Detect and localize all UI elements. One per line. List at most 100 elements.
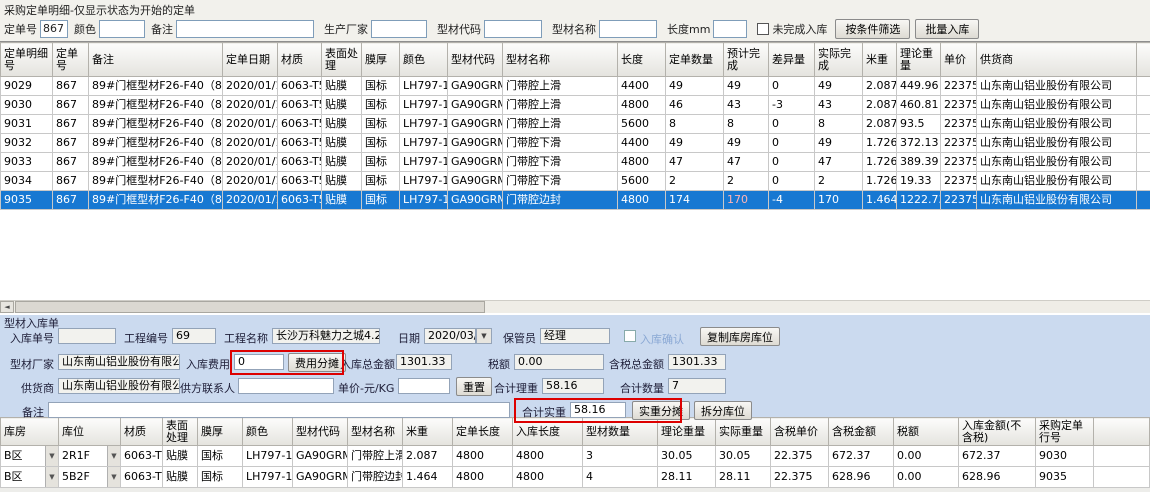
unit-price-input[interactable] [398, 378, 450, 394]
table-cell[interactable]: -3 [769, 96, 815, 115]
table-cell[interactable]: 89#门框型材F26-F40（866+867） [89, 153, 223, 172]
horizontal-scrollbar[interactable]: ◄ [0, 300, 1150, 313]
combo-dropdown-icon[interactable]: ▼ [107, 467, 120, 487]
table-cell[interactable]: 门带腔边封 [503, 191, 618, 210]
table-cell[interactable]: 867 [53, 96, 89, 115]
table-cell[interactable]: 贴膜 [322, 172, 362, 191]
table-cell[interactable]: 6063-T5 [278, 115, 322, 134]
combo-dropdown-icon[interactable]: ▼ [45, 467, 58, 487]
table-cell[interactable]: 4400 [618, 134, 666, 153]
table-cell[interactable]: 9033 [1, 153, 53, 172]
date-input[interactable]: 2020/03/31 [424, 328, 476, 344]
column-header[interactable]: 库位 [59, 418, 121, 446]
column-header[interactable]: 表面处理 [322, 43, 362, 77]
table-row[interactable]: B区▼2R1F▼6063-T5贴膜国标LH797-1LL0GA90GRM03门带… [1, 446, 1150, 467]
table-cell[interactable]: LH797-1LL0 [400, 153, 448, 172]
table-cell[interactable]: 0 [769, 172, 815, 191]
table-cell[interactable]: 49 [724, 134, 769, 153]
table-cell[interactable]: 4800 [513, 446, 583, 467]
table-cell[interactable]: 2 [815, 172, 863, 191]
table-cell[interactable]: 2.087 [863, 115, 897, 134]
table-cell[interactable]: 89#门框型材F26-F40（866+867） [89, 191, 223, 210]
table-cell[interactable]: 2.087 [863, 96, 897, 115]
table-cell[interactable]: 1.726 [863, 172, 897, 191]
table-row[interactable]: 903286789#门框型材F26-F40（866+867）2020/01/13… [1, 134, 1150, 153]
table-cell[interactable]: 6063-T5 [278, 96, 322, 115]
column-header[interactable]: 颜色 [400, 43, 448, 77]
column-header[interactable]: 型材名称 [503, 43, 618, 77]
filter-by-condition-button[interactable]: 按条件筛选 [835, 19, 910, 39]
table-cell[interactable]: 49 [666, 77, 724, 96]
table-cell[interactable]: 国标 [198, 446, 243, 467]
table-cell[interactable]: 4800 [453, 446, 513, 467]
table-cell[interactable]: 山东南山铝业股份有限公司 [977, 96, 1137, 115]
table-cell[interactable]: 2.087 [863, 77, 897, 96]
table-cell[interactable]: 贴膜 [163, 446, 198, 467]
confirm-checkbox[interactable] [624, 330, 636, 342]
table-cell[interactable]: 山东南山铝业股份有限公司 [977, 191, 1137, 210]
table-cell[interactable]: 47 [724, 153, 769, 172]
table-cell[interactable]: 5600 [618, 115, 666, 134]
keeper-input[interactable]: 经理 [540, 328, 610, 344]
table-cell[interactable]: LH797-1LL0 [400, 191, 448, 210]
table-cell[interactable]: 6063-T5 [278, 172, 322, 191]
table-cell[interactable]: 山东南山铝业股份有限公司 [977, 115, 1137, 134]
column-header[interactable]: 型材代码 [448, 43, 503, 77]
table-cell[interactable]: 贴膜 [322, 153, 362, 172]
column-header[interactable]: 差异量 [769, 43, 815, 77]
table-cell[interactable]: 贴膜 [322, 77, 362, 96]
table-cell[interactable]: 2020/01/13 [223, 191, 278, 210]
column-header[interactable]: 定单号 [53, 43, 89, 77]
table-cell[interactable]: 0.00 [894, 467, 959, 488]
table-cell[interactable]: 9030 [1036, 446, 1094, 467]
column-header[interactable]: 型材数量 [583, 418, 658, 446]
combo-dropdown-icon[interactable]: ▼ [45, 446, 58, 466]
column-header[interactable]: 表面处理 [163, 418, 198, 446]
table-cell[interactable]: 46 [666, 96, 724, 115]
table-cell[interactable]: 国标 [362, 96, 400, 115]
table-cell[interactable]: 5600 [618, 172, 666, 191]
table-cell[interactable]: LH797-1LL0 [400, 96, 448, 115]
table-cell[interactable]: 国标 [362, 115, 400, 134]
filter-note-input[interactable] [176, 20, 314, 38]
column-header[interactable]: 理论重量 [658, 418, 716, 446]
table-cell[interactable]: 4800 [453, 467, 513, 488]
table-cell[interactable]: 2 [666, 172, 724, 191]
table-cell[interactable]: 5B2F▼ [59, 467, 121, 488]
table-cell[interactable]: 2R1F▼ [59, 446, 121, 467]
table-cell[interactable]: 9032 [1, 134, 53, 153]
table-cell[interactable]: 867 [53, 134, 89, 153]
inbound-no-input[interactable] [58, 328, 116, 344]
table-cell[interactable]: 0 [769, 134, 815, 153]
table-cell[interactable]: 2.087 [403, 446, 453, 467]
table-cell[interactable]: 49 [666, 134, 724, 153]
table-cell[interactable]: 49 [815, 134, 863, 153]
table-cell[interactable]: 门带腔上滑 [503, 115, 618, 134]
table-cell[interactable]: 28.11 [658, 467, 716, 488]
column-header[interactable]: 采购定单行号 [1036, 418, 1094, 446]
table-cell[interactable]: 门带腔边封 [348, 467, 403, 488]
column-header[interactable]: 膜厚 [198, 418, 243, 446]
table-cell[interactable]: LH797-1LL0 [243, 446, 293, 467]
table-cell[interactable]: 4 [583, 467, 658, 488]
table-cell[interactable]: 0 [769, 153, 815, 172]
filter-profile-code-input[interactable] [484, 20, 542, 38]
column-header[interactable]: 定单明细号 [1, 43, 53, 77]
table-cell[interactable]: 628.96 [959, 467, 1036, 488]
table-cell[interactable]: 867 [53, 172, 89, 191]
column-header[interactable]: 实际完成 [815, 43, 863, 77]
table-row[interactable]: 903586789#门框型材F26-F40（866+867）2020/01/13… [1, 191, 1150, 210]
table-cell[interactable]: 9029 [1, 77, 53, 96]
table-cell[interactable]: 30.05 [658, 446, 716, 467]
unfinished-checkbox-wrap[interactable]: 未完成入库 [757, 21, 827, 37]
unfinished-checkbox[interactable] [757, 23, 769, 35]
total-amount-input[interactable]: 1301.33 [396, 354, 452, 370]
table-cell[interactable]: -4 [769, 191, 815, 210]
filter-producer-input[interactable] [371, 20, 427, 38]
column-header[interactable]: 米重 [403, 418, 453, 446]
table-cell[interactable]: 0 [769, 115, 815, 134]
table-cell[interactable]: 4800 [618, 191, 666, 210]
table-cell[interactable]: 门带腔下滑 [503, 134, 618, 153]
table-cell[interactable]: 1.464 [403, 467, 453, 488]
table-cell[interactable]: 贴膜 [322, 191, 362, 210]
